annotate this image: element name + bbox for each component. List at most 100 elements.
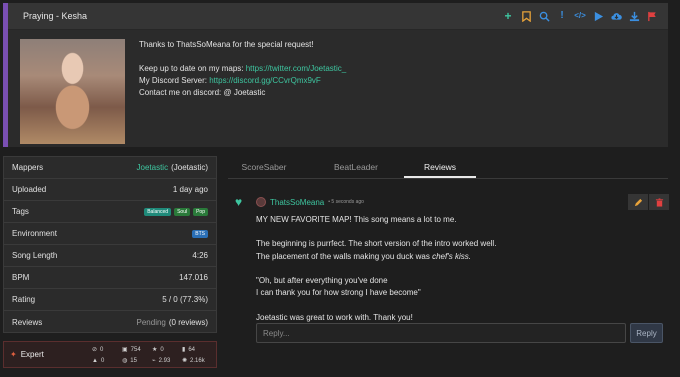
- leaderboard-tabs: ScoreSaber BeatLeader Reviews: [228, 157, 668, 179]
- map-card: Praying - Kesha + ! </> Thanks to ThatsS…: [3, 3, 668, 147]
- cloud-download-icon[interactable]: [610, 9, 622, 23]
- review-author: ThatsSoMeana • 5 seconds ago: [256, 197, 364, 207]
- standard-mode-icon: ✦: [10, 350, 17, 359]
- reply-input[interactable]: [256, 323, 626, 343]
- error-icon: ⊘: [92, 347, 98, 353]
- reviews-count: (0 reviews): [168, 317, 208, 327]
- heart-icon: ♥: [235, 195, 243, 209]
- review-line: I can thank you for how strong I have be…: [256, 288, 421, 298]
- song-length-value: 4:26: [192, 251, 208, 260]
- stat-value: 0: [160, 346, 164, 353]
- stat-errors: ⊘ 0: [92, 345, 122, 354]
- stat-notes: ▣ 754: [122, 345, 152, 354]
- description-line-4: My Discord Server:: [139, 76, 210, 85]
- reply-button[interactable]: Reply: [630, 323, 663, 343]
- stat-bombs: ▮ 64: [182, 345, 212, 354]
- difficulty-stats: ⊘ 0 ▣ 754 ★ 0 ▮ 64 ▲ 0 ◍ 15 ⌁ 2.93 ✺ 2.16k: [92, 345, 212, 365]
- obstacles-icon: ◍: [122, 358, 128, 364]
- description-line-3: Keep up to date on my maps:: [139, 64, 246, 73]
- review-author-link[interactable]: ThatsSoMeana: [270, 198, 324, 207]
- flag-icon[interactable]: [646, 9, 658, 23]
- twitter-link[interactable]: https://twitter.com/Joetastic_: [246, 64, 346, 73]
- map-description: Thanks to ThatsSoMeana for the special r…: [139, 39, 346, 99]
- bookmark-icon[interactable]: [520, 9, 532, 23]
- rating-value: 5 / 0 (77.3%): [162, 295, 208, 304]
- map-card-header: Praying - Kesha + ! </>: [8, 3, 668, 30]
- review-line-italic: chef's kiss.: [432, 251, 471, 261]
- tag-badge[interactable]: Balanced: [144, 207, 172, 216]
- zoom-icon[interactable]: [538, 9, 550, 23]
- review-line: The beginning is purrfect. The short ver…: [256, 239, 497, 249]
- review-body: MY NEW FAVORITE MAP! This song means a l…: [256, 214, 656, 324]
- map-toolbar: + ! </>: [502, 9, 658, 23]
- reviews-status: Pending: [136, 317, 166, 327]
- map-info-table: Mappers Joetastic (Joetastic) Uploaded 1 …: [3, 156, 217, 333]
- pencil-icon: [634, 198, 642, 206]
- review-timestamp: • 5 seconds ago: [328, 199, 364, 205]
- trash-icon: [655, 197, 663, 207]
- tag-badge[interactable]: Pop: [193, 207, 208, 216]
- notes-icon: ▣: [122, 347, 128, 353]
- tag-badge[interactable]: Soul: [174, 207, 191, 216]
- mapper-alias: (Joetastic): [171, 163, 208, 172]
- bpm-value: 147.016: [179, 273, 208, 282]
- delete-button[interactable]: [649, 194, 669, 210]
- uploaded-value: 1 day ago: [172, 185, 208, 194]
- stat-value: 754: [130, 346, 141, 353]
- tab-scoresaber[interactable]: ScoreSaber: [228, 157, 300, 178]
- info-row-song-length: Song Length 4:26: [4, 245, 216, 267]
- difficulty-name: Expert: [20, 350, 44, 359]
- warning-icon: ▲: [92, 357, 98, 364]
- stat-value: 2.93: [158, 357, 171, 364]
- stat-value: 64: [188, 346, 195, 353]
- rating-label: Rating: [12, 295, 36, 304]
- info-row-rating: Rating 5 / 0 (77.3%): [4, 289, 216, 311]
- tags-label: Tags: [12, 207, 29, 216]
- info-row-reviews: Reviews Pending (0 reviews): [4, 311, 216, 333]
- info-row-environment: Environment BTS: [4, 223, 216, 245]
- exclamation-icon[interactable]: !: [556, 9, 568, 23]
- bpm-label: BPM: [12, 273, 30, 282]
- map-title: Praying - Kesha: [23, 11, 88, 21]
- edit-button[interactable]: [628, 194, 648, 210]
- info-row-mappers: Mappers Joetastic (Joetastic): [4, 157, 216, 179]
- stat-warnings: ▲ 0: [92, 356, 122, 365]
- cover-art-image: [20, 39, 125, 144]
- download-icon[interactable]: [628, 9, 640, 23]
- stat-obstacles: ◍ 15: [122, 356, 152, 365]
- info-row-uploaded: Uploaded 1 day ago: [4, 179, 216, 201]
- bomb-icon: ▮: [182, 347, 186, 353]
- play-icon[interactable]: [592, 9, 604, 23]
- review-line: "Oh, but after everything you've done: [256, 276, 388, 286]
- stat-value: 0: [100, 357, 105, 364]
- review-line: MY NEW FAVORITE MAP! This song means a l…: [256, 215, 457, 224]
- info-row-tags: Tags Balanced Soul Pop: [4, 201, 216, 223]
- avatar[interactable]: [256, 197, 266, 207]
- stat-nps: ⌁ 2.93: [152, 356, 182, 365]
- discord-link[interactable]: https://discord.gg/CCvrQmx9vF: [209, 76, 321, 85]
- mappers-label: Mappers: [12, 163, 44, 172]
- review-actions: [628, 194, 669, 210]
- tab-beatleader[interactable]: BeatLeader: [320, 157, 392, 178]
- stat-light-events: ✺ 2.16k: [182, 356, 212, 365]
- plus-icon[interactable]: +: [502, 9, 514, 23]
- tab-reviews[interactable]: Reviews: [404, 157, 476, 178]
- stat-value: 15: [130, 357, 137, 364]
- review-line: The placement of the walls making you du…: [256, 251, 433, 261]
- lights-icon: ★: [152, 347, 158, 353]
- environment-badge: BTS: [192, 229, 208, 238]
- info-row-bpm: BPM 147.016: [4, 267, 216, 289]
- description-line-5: Contact me on discord: @ Joetastic: [139, 88, 266, 97]
- difficulty-expert[interactable]: ✦ Expert ⊘ 0 ▣ 754 ★ 0 ▮ 64 ▲ 0 ◍ 15 ⌁ 2.93 ✺ 2.…: [3, 341, 217, 368]
- environment-label: Environment: [12, 229, 57, 238]
- mapper-link[interactable]: Joetastic: [137, 163, 169, 172]
- stat-value: 2.16k: [190, 357, 205, 364]
- description-line-1: Thanks to ThatsSoMeana for the special r…: [139, 40, 314, 49]
- uploaded-label: Uploaded: [12, 185, 47, 194]
- review-line: Joetastic was great to work with. Thank …: [256, 312, 413, 322]
- difficulty-label-group: ✦ Expert: [10, 350, 44, 359]
- light-events-icon: ✺: [182, 358, 188, 364]
- code-icon[interactable]: </>: [574, 9, 586, 23]
- stat-value: 0: [100, 346, 104, 353]
- stat-lights: ★ 0: [152, 345, 182, 354]
